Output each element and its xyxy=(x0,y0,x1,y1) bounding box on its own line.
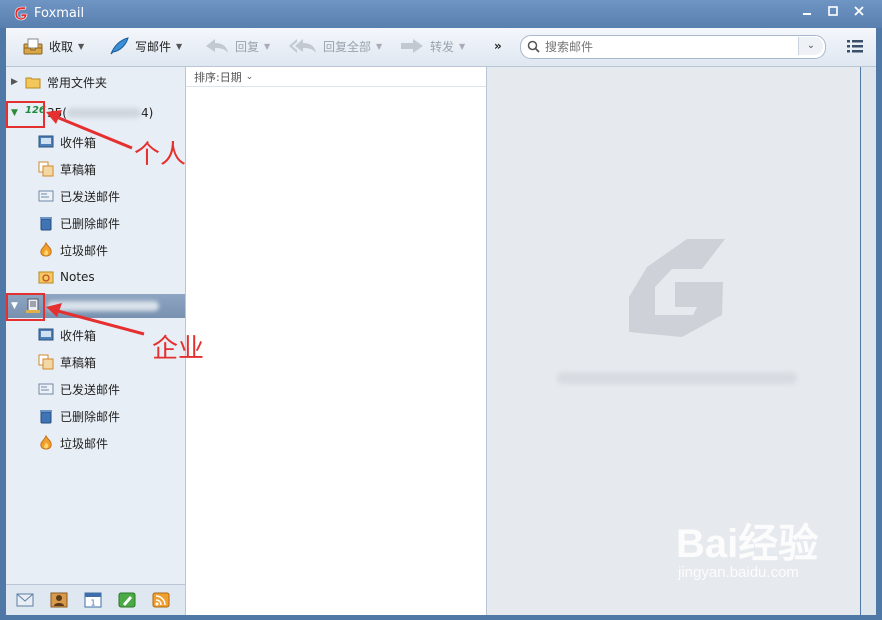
chevron-down-icon[interactable]: ▼ xyxy=(376,42,382,51)
junk-fire-icon xyxy=(40,435,52,450)
forward-arrow-icon xyxy=(401,39,423,53)
sidebar-item-label: 已删除邮件 xyxy=(60,216,121,231)
menu-list-icon[interactable] xyxy=(846,38,864,54)
sidebar-item-sent[interactable]: 已发送邮件 xyxy=(6,184,213,208)
annotation-arrow-icon xyxy=(46,303,145,336)
annotation-label-personal: 个人 xyxy=(134,140,187,170)
forward-button[interactable]: 转发 ▼ xyxy=(399,34,465,58)
foxmail-logo-icon xyxy=(14,6,28,21)
reply-arrow-icon xyxy=(206,39,228,53)
toolbar: 收取 ▼ 写邮件 ▼ 回复 ▼ 回复全部 ▼ 转发 ▼ » 搜索邮件 ⌄ xyxy=(6,28,876,67)
sidebar-item-label: 已发送邮件 xyxy=(60,382,121,397)
reply-all-button[interactable]: 回复全部 ▼ xyxy=(288,34,382,58)
receive-label: 收取 xyxy=(49,39,74,54)
chevron-down-icon: ⌄ xyxy=(245,71,254,82)
sidebar-item-deleted[interactable]: 已删除邮件 xyxy=(6,211,213,235)
sidebar-item-label: 常用文件夹 xyxy=(47,75,108,90)
redacted-text xyxy=(557,372,797,384)
foxmail-watermark-logo-icon xyxy=(629,239,725,337)
reply-label: 回复 xyxy=(235,39,260,54)
compose-label: 写邮件 xyxy=(135,39,172,54)
sent-mail-icon xyxy=(38,383,54,395)
close-button[interactable] xyxy=(850,5,868,21)
sidebar-item-label: 已发送邮件 xyxy=(60,189,121,204)
feather-pen-icon xyxy=(110,37,129,55)
scrollbar[interactable] xyxy=(861,67,876,615)
sidebar-item-deleted[interactable]: 已删除邮件 xyxy=(6,404,213,428)
forward-label: 转发 xyxy=(430,39,455,54)
notes-icon xyxy=(38,271,54,284)
contacts-icon[interactable] xyxy=(50,592,68,608)
minimize-icon xyxy=(803,13,811,15)
sidebar-item-label: 垃圾邮件 xyxy=(60,243,109,258)
notes-pencil-icon[interactable] xyxy=(118,592,136,608)
watermark-line2: jingyan.baidu.com xyxy=(678,564,799,581)
sort-label: 排序:日期 xyxy=(194,70,242,84)
svg-text:1: 1 xyxy=(90,599,95,608)
watermark-line1: Bai经验 xyxy=(676,522,819,566)
receive-button[interactable]: 收取 ▼ xyxy=(22,34,84,58)
sidebar-item-sent[interactable]: 已发送邮件 xyxy=(6,377,213,401)
expand-triangle-icon[interactable]: ▶ xyxy=(11,77,21,87)
sidebar-item-label: 垃圾邮件 xyxy=(60,436,109,451)
inbox-tray-icon xyxy=(23,38,43,55)
folder-icon xyxy=(25,77,41,89)
search-box[interactable]: ⌄ xyxy=(520,35,826,59)
window-title: Foxmail xyxy=(34,6,85,21)
chevron-down-icon[interactable]: ▼ xyxy=(264,42,270,51)
sidebar-item-label: Notes xyxy=(60,270,95,284)
foxmail-window: Foxmail 收取 ▼ 写邮件 ▼ 回复 ▼ 回复全部 ▼ 转发 ▼ » 搜索… xyxy=(0,0,882,620)
reply-all-label: 回复全部 xyxy=(323,39,372,54)
sidebar-item-junk[interactable]: 垃圾邮件 xyxy=(6,431,213,455)
search-input[interactable] xyxy=(543,38,797,56)
sidebar-item-common-folders[interactable]: ▶ 常用文件夹 xyxy=(6,70,185,94)
chevron-down-icon[interactable]: ▼ xyxy=(176,42,182,51)
annotation-arrow-icon xyxy=(46,110,133,150)
chevron-down-icon[interactable]: ▼ xyxy=(78,42,84,51)
title-bar: Foxmail xyxy=(0,0,882,28)
sidebar-item-label: 草稿箱 xyxy=(60,355,97,370)
annotation-label-business: 企业 xyxy=(152,334,205,364)
chevron-down-icon[interactable]: ▼ xyxy=(459,42,465,51)
mail-icon[interactable] xyxy=(16,592,34,608)
junk-fire-icon xyxy=(40,242,52,257)
trash-bin-icon xyxy=(40,410,52,424)
reply-button[interactable]: 回复 ▼ xyxy=(204,34,270,58)
rss-feed-icon[interactable] xyxy=(152,592,170,608)
double-chevron-down-icon: ⌄ xyxy=(806,40,816,51)
more-toolbar-button[interactable]: » xyxy=(494,34,502,58)
search-options-button[interactable]: ⌄ xyxy=(798,37,823,55)
search-icon xyxy=(527,40,540,53)
message-list[interactable]: 排序:日期 ⌄ xyxy=(186,67,487,615)
account-label-suffix: 4) xyxy=(140,106,154,120)
trash-bin-icon xyxy=(40,217,52,231)
sidebar-item-label: 已删除邮件 xyxy=(60,409,121,424)
compose-button[interactable]: 写邮件 ▼ xyxy=(108,34,182,58)
sidebar-bottom-bar: 1 xyxy=(6,584,185,615)
drafts-icon xyxy=(38,354,54,370)
maximize-button[interactable] xyxy=(824,5,842,21)
maximize-icon xyxy=(828,6,838,16)
reply-all-arrow-icon xyxy=(289,39,316,53)
sent-mail-icon xyxy=(38,190,54,202)
close-icon xyxy=(854,6,864,16)
sort-header[interactable]: 排序:日期 ⌄ xyxy=(186,67,486,87)
baidu-jingyan-watermark: Bai经验 jingyan.baidu.com xyxy=(676,524,818,581)
sidebar-item-junk[interactable]: 垃圾邮件 xyxy=(6,238,213,262)
sidebar-item-notes[interactable]: Notes xyxy=(6,265,213,289)
calendar-icon[interactable]: 1 xyxy=(84,592,102,608)
minimize-button[interactable] xyxy=(798,5,816,21)
